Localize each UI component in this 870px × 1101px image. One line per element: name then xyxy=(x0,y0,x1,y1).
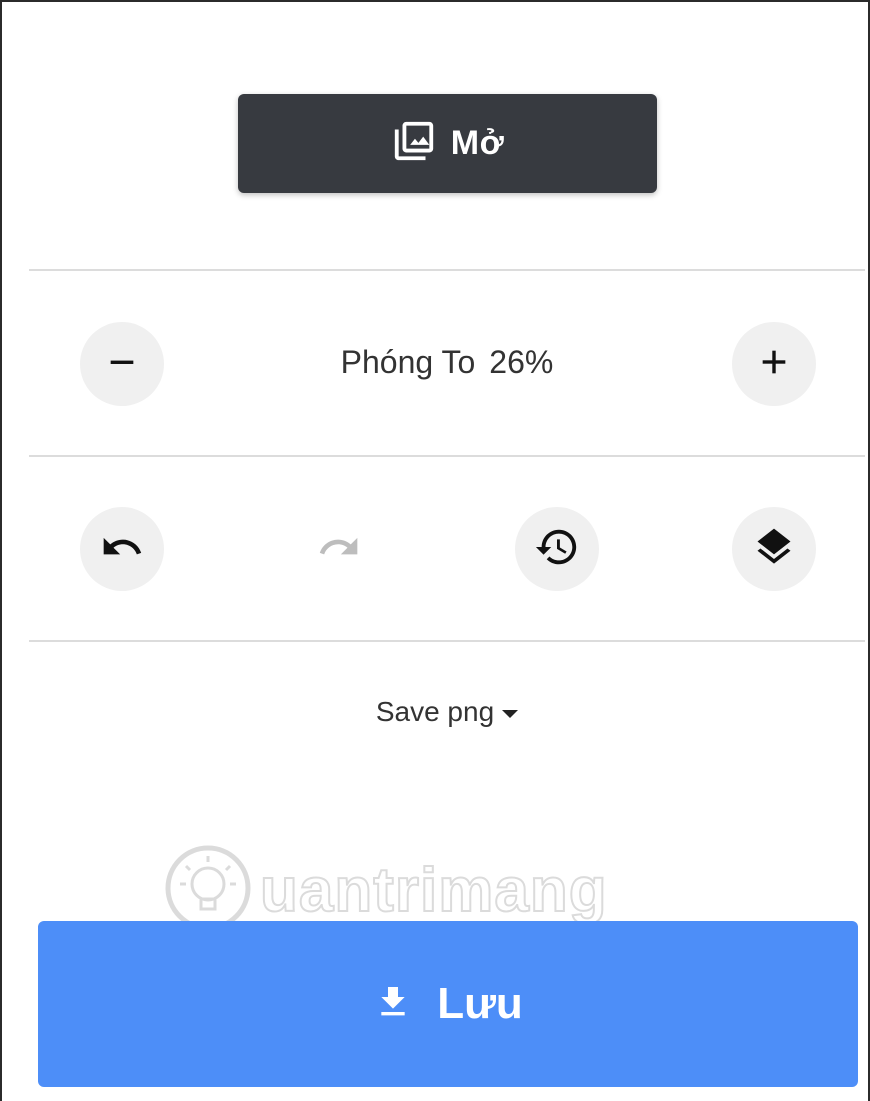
divider xyxy=(29,269,865,271)
zoom-value: 26% xyxy=(489,344,554,380)
undo-icon xyxy=(100,525,144,574)
undo-button[interactable] xyxy=(80,507,164,591)
divider xyxy=(29,455,865,457)
save-format-label: Save png xyxy=(375,696,495,727)
layers-icon xyxy=(752,525,796,574)
redo-button[interactable] xyxy=(297,507,381,591)
download-icon xyxy=(373,982,413,1027)
zoom-readout: Phóng To 26% xyxy=(202,344,692,381)
photo-library-icon xyxy=(391,118,437,169)
plus-icon xyxy=(757,345,791,384)
editor-panel: Mở Phóng To 26% Save png uantrimang Lưu xyxy=(0,0,870,1101)
minus-icon xyxy=(105,345,139,384)
zoom-label: Phóng To xyxy=(340,344,476,380)
zoom-in-button[interactable] xyxy=(732,322,816,406)
save-button[interactable]: Lưu xyxy=(38,921,858,1087)
open-button-label: Mở xyxy=(450,124,505,162)
save-button-label: Lưu xyxy=(437,979,523,1028)
watermark-text: uantrimang xyxy=(259,855,608,926)
history-icon xyxy=(534,524,580,575)
open-button[interactable]: Mở xyxy=(238,94,657,193)
redo-icon xyxy=(317,525,361,574)
layers-button[interactable] xyxy=(732,507,816,591)
save-format-dropdown[interactable]: Save png xyxy=(302,696,592,728)
history-button[interactable] xyxy=(515,507,599,591)
zoom-out-button[interactable] xyxy=(80,322,164,406)
caret-down-icon xyxy=(502,709,519,718)
divider xyxy=(29,640,865,642)
